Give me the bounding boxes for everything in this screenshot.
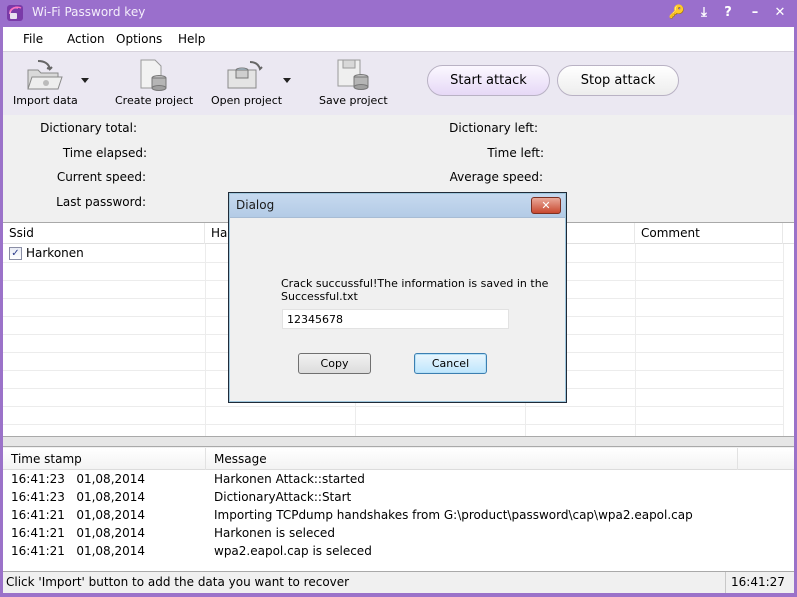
log-header: Time stamp Message — [3, 448, 794, 470]
create-project-label: Create project — [115, 94, 194, 107]
import-data-label: Import data — [13, 94, 78, 107]
row-checkbox[interactable]: ✓ — [9, 247, 22, 260]
import-folder-icon — [27, 60, 63, 90]
last-password-label: Last password: — [56, 195, 146, 209]
open-project-icon — [227, 61, 263, 89]
column-ssid[interactable]: Ssid — [3, 223, 205, 244]
log-time: 16:41:21 01,08,2014 — [11, 508, 146, 522]
status-bar: Click 'Import' button to add the data yo… — [3, 572, 794, 593]
dictionary-left-label: Dictionary left: — [449, 121, 538, 135]
log-message: Importing TCPdump handshakes from G:\pro… — [214, 508, 693, 522]
title-bar[interactable]: Wi-Fi Password key 🔑 ⤓ ? – ✕ — [0, 0, 797, 27]
menu-file[interactable]: File — [23, 32, 43, 46]
table-row — [3, 407, 783, 425]
time-elapsed-label: Time elapsed: — [62, 146, 147, 160]
save-project-button[interactable]: Save project — [319, 58, 388, 107]
password-field[interactable] — [282, 309, 509, 329]
log-time: 16:41:21 01,08,2014 — [11, 526, 146, 540]
menu-help[interactable]: Help — [178, 32, 205, 46]
start-attack-button[interactable]: Start attack — [427, 65, 550, 96]
log-time: 16:41:23 01,08,2014 — [11, 490, 146, 504]
log-time: 16:41:21 01,08,2014 — [11, 544, 146, 558]
cancel-button[interactable]: Cancel — [414, 353, 487, 374]
dialog-message: Crack succussful!The information is save… — [281, 277, 549, 303]
dialog-title: Dialog — [236, 198, 275, 212]
menu-bar: File Action Options Help — [3, 27, 794, 52]
window-title: Wi-Fi Password key — [32, 5, 146, 19]
key-icon[interactable]: 🔑 — [668, 3, 686, 23]
dialog-title-bar[interactable]: Dialog ✕ — [230, 194, 565, 218]
crack-success-dialog: Dialog ✕ Crack succussful!The informatio… — [228, 192, 567, 403]
main-window: Wi-Fi Password key 🔑 ⤓ ? – ✕ File Action… — [0, 0, 797, 597]
save-project-label: Save project — [319, 94, 388, 107]
log-row: 16:41:21 01,08,2014 Importing TCPdump ha… — [3, 507, 794, 525]
ssid-cell: Harkonen — [26, 246, 84, 260]
log-message: Harkonen is seleced — [214, 526, 335, 540]
save-project-icon — [337, 59, 369, 90]
menu-options[interactable]: Options — [116, 32, 162, 46]
log-table: Time stamp Message 16:41:23 01,08,2014 H… — [3, 448, 794, 572]
dictionary-total-label: Dictionary total: — [40, 121, 137, 135]
log-message: DictionaryAttack::Start — [214, 490, 352, 504]
column-time-stamp[interactable]: Time stamp — [3, 448, 206, 470]
current-speed-label: Current speed: — [56, 170, 146, 184]
copy-button[interactable]: Copy — [298, 353, 371, 374]
average-speed-label: Average speed: — [449, 170, 543, 184]
column-message[interactable]: Message — [206, 448, 738, 470]
log-row: 16:41:21 01,08,2014 Harkonen is seleced — [3, 525, 794, 543]
column-divider — [783, 244, 784, 436]
status-text: Click 'Import' button to add the data yo… — [6, 575, 350, 589]
create-project-icon — [140, 59, 167, 91]
log-row: 16:41:23 01,08,2014 Harkonen Attack::sta… — [3, 471, 794, 489]
menu-action[interactable]: Action — [67, 32, 105, 46]
stop-attack-button[interactable]: Stop attack — [557, 65, 679, 96]
wifi-key-app-icon — [7, 5, 23, 21]
import-data-button[interactable]: Import data — [13, 58, 78, 107]
open-dropdown-arrow[interactable] — [283, 78, 291, 83]
panel-splitter[interactable] — [3, 437, 794, 447]
create-project-button[interactable]: Create project — [115, 58, 194, 107]
dialog-close-button[interactable]: ✕ — [531, 197, 561, 214]
import-dropdown-arrow[interactable] — [81, 78, 89, 83]
status-clock: 16:41:27 — [725, 572, 794, 593]
close-button[interactable]: ✕ — [771, 3, 789, 23]
log-row: 16:41:21 01,08,2014 wpa2.eapol.cap is se… — [3, 543, 794, 561]
open-project-label: Open project — [211, 94, 283, 107]
time-left-label: Time left: — [487, 146, 544, 160]
minimize-button[interactable]: – — [746, 3, 764, 23]
log-row: 16:41:23 01,08,2014 DictionaryAttack::St… — [3, 489, 794, 507]
log-time: 16:41:23 01,08,2014 — [11, 472, 146, 486]
log-message: Harkonen Attack::started — [214, 472, 365, 486]
download-icon[interactable]: ⤓ — [695, 3, 713, 23]
log-message: wpa2.eapol.cap is seleced — [214, 544, 372, 558]
column-comment[interactable]: Comment — [635, 223, 783, 244]
open-project-button[interactable]: Open project — [211, 58, 283, 107]
help-icon[interactable]: ? — [719, 3, 737, 23]
